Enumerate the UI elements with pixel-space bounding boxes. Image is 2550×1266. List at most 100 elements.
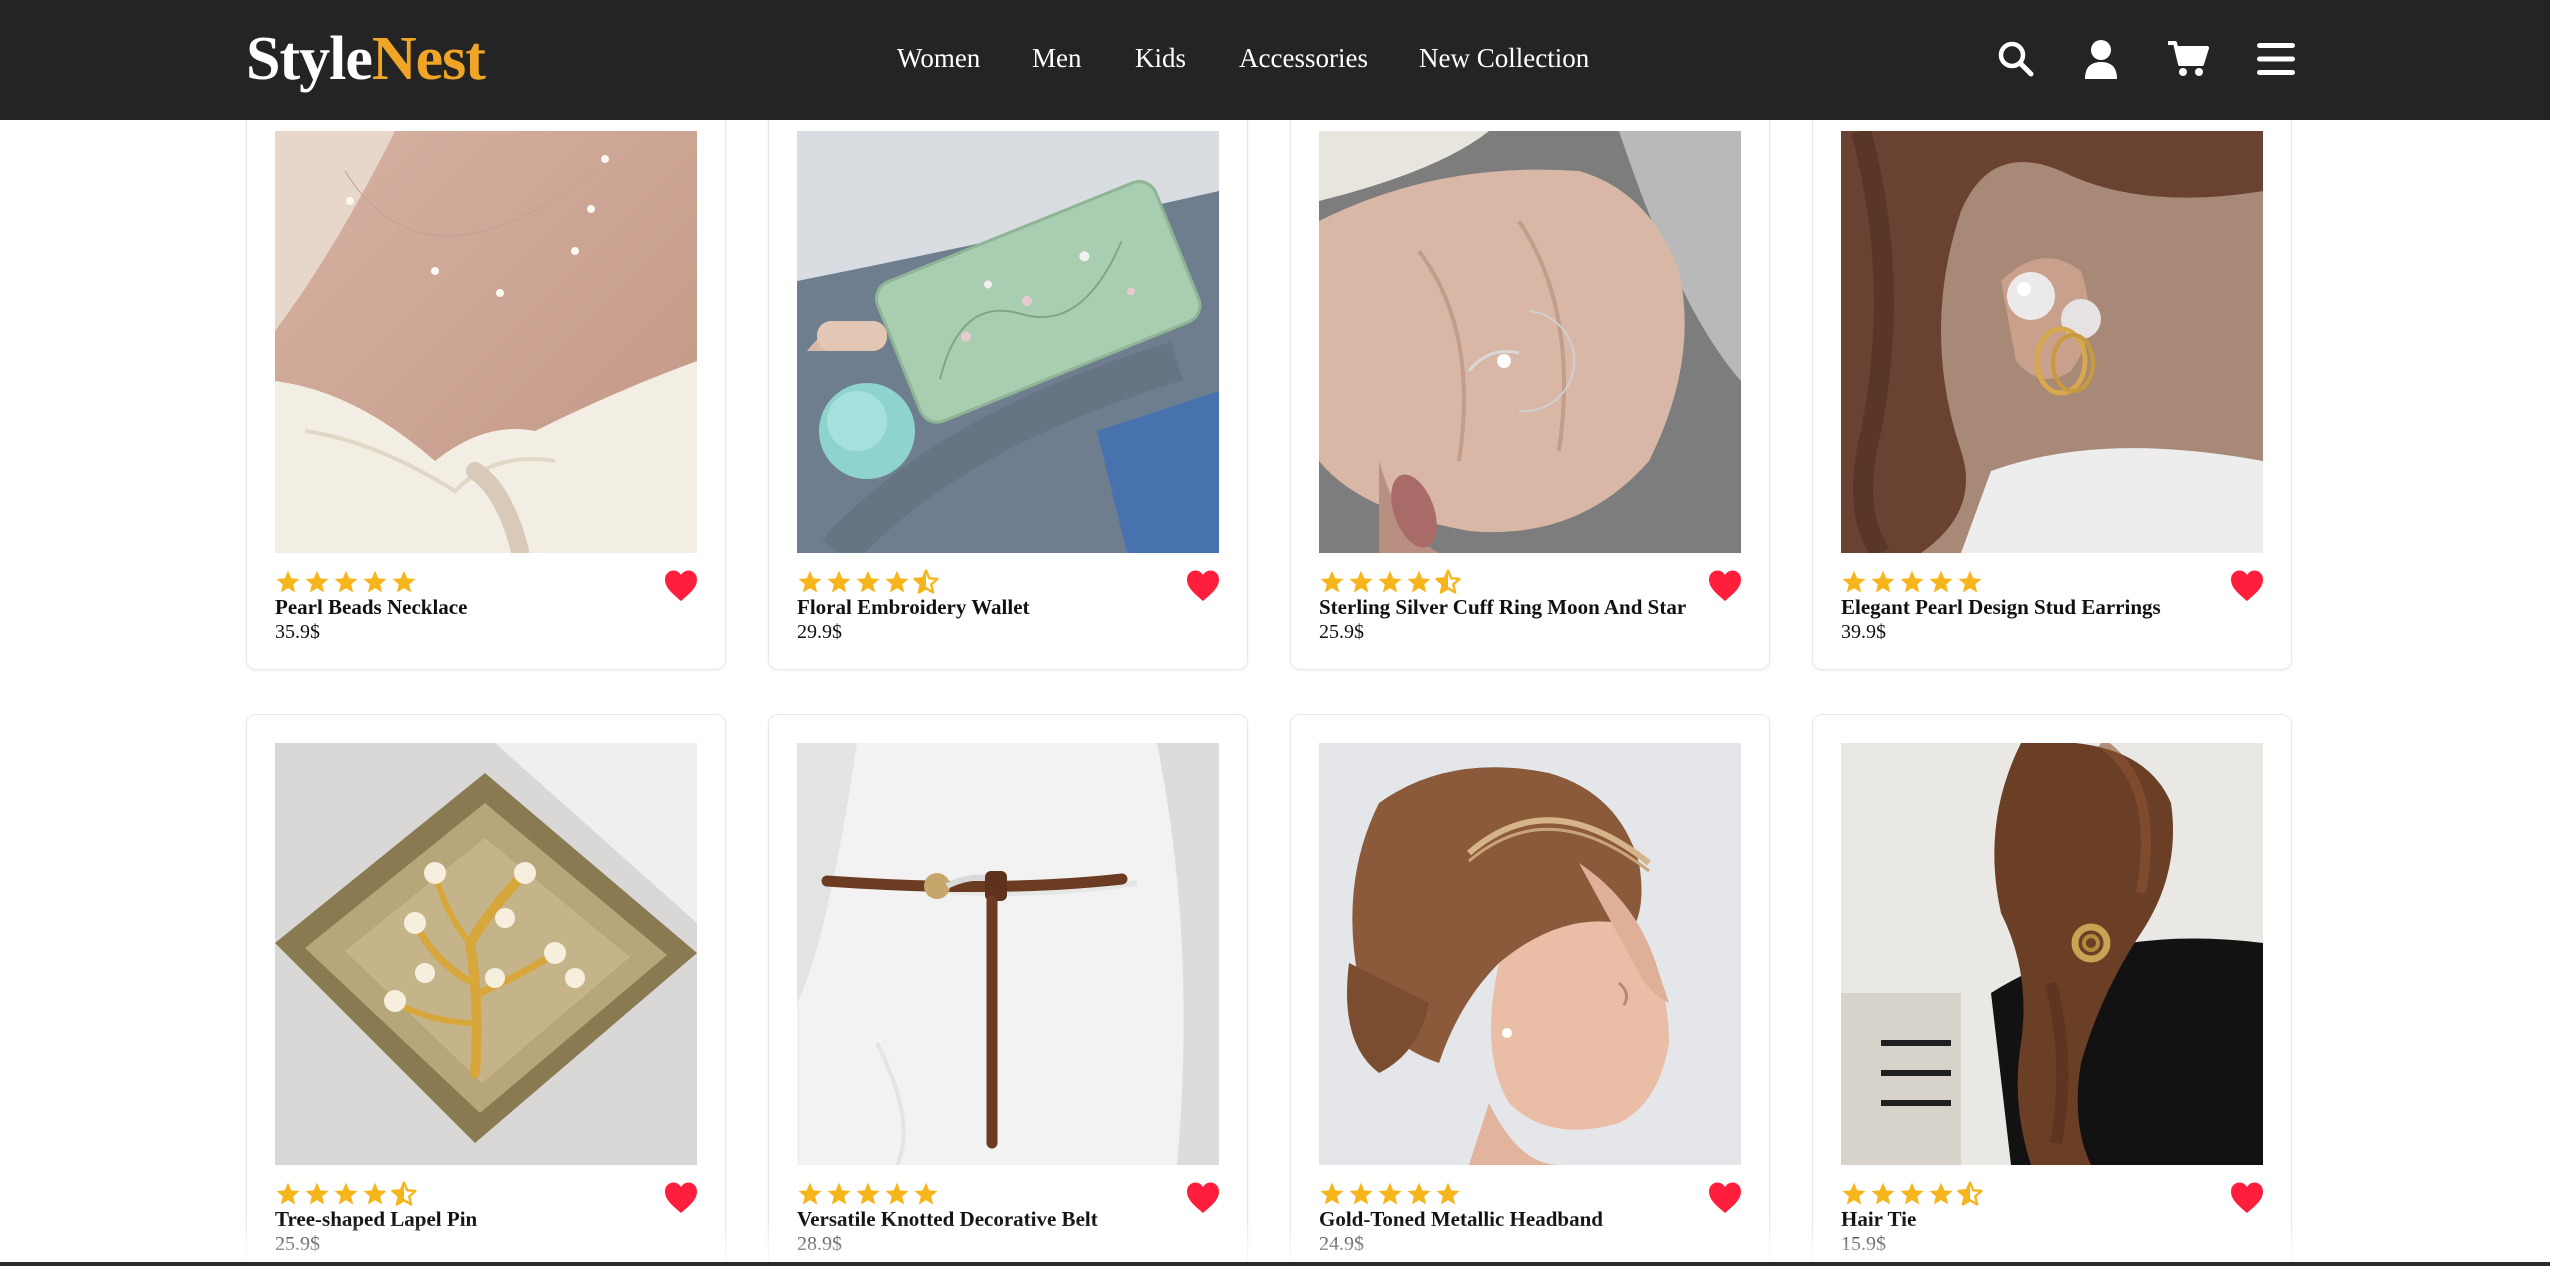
star-half-icon — [913, 569, 939, 594]
star-icon — [1958, 570, 1982, 593]
heart-icon[interactable] — [1185, 569, 1221, 603]
star-icon — [1407, 1182, 1431, 1205]
nav-link-accessories[interactable]: Accessories — [1239, 40, 1368, 76]
brand-logo[interactable]: StyleNest — [246, 22, 486, 96]
star-icon — [914, 1182, 938, 1205]
star-icon — [276, 570, 300, 593]
heart-icon[interactable] — [1185, 1181, 1221, 1215]
product-price: 39.9$ — [1841, 621, 1886, 643]
product-grid: Pearl Beads Necklace 35.9$ Floral Embroi… — [0, 0, 2550, 1266]
rating-stars — [1841, 1181, 1983, 1207]
rating-stars — [275, 569, 417, 595]
star-icon — [827, 1182, 851, 1205]
star-icon — [1842, 570, 1866, 593]
star-icon — [798, 570, 822, 593]
rating-stars — [797, 569, 939, 595]
star-icon — [276, 1182, 300, 1205]
heart-icon[interactable] — [2229, 1181, 2265, 1215]
star-icon — [798, 1182, 822, 1205]
star-icon — [1900, 570, 1924, 593]
star-icon — [392, 570, 416, 593]
menu-icon[interactable] — [2253, 36, 2299, 82]
nav-link-women[interactable]: Women — [897, 40, 980, 76]
product-image-lapel-pin[interactable] — [275, 743, 697, 1165]
user-icon[interactable] — [2078, 36, 2124, 82]
product-name[interactable]: Pearl Beads Necklace — [275, 593, 467, 621]
rating-stars — [1319, 1181, 1461, 1207]
star-icon — [1378, 1182, 1402, 1205]
rating-stars — [275, 1181, 417, 1207]
heart-icon[interactable] — [1707, 569, 1743, 603]
star-icon — [334, 1182, 358, 1205]
product-image-moon-star-ring[interactable] — [1319, 131, 1741, 553]
star-icon — [1349, 1182, 1373, 1205]
product-price: 29.9$ — [797, 621, 842, 643]
star-icon — [1436, 1182, 1460, 1205]
product-card[interactable]: Tree-shaped Lapel Pin 25.9$ — [246, 714, 726, 1266]
brand-name-part1: Style — [246, 25, 373, 93]
star-icon — [856, 1182, 880, 1205]
star-icon — [1900, 1182, 1924, 1205]
star-icon — [1871, 570, 1895, 593]
heart-icon[interactable] — [1707, 1181, 1743, 1215]
product-image-knotted-belt[interactable] — [797, 743, 1219, 1165]
rating-stars — [1319, 569, 1461, 595]
product-name[interactable]: Hair Tie — [1841, 1205, 1916, 1233]
star-icon — [305, 1182, 329, 1205]
cart-icon[interactable] — [2165, 36, 2211, 82]
product-card[interactable]: Elegant Pearl Design Stud Earrings 39.9$ — [1812, 102, 2292, 670]
star-icon — [305, 570, 329, 593]
navbar: StyleNest Women Men Kids Accessories New… — [0, 0, 2550, 120]
product-image-hair-tie[interactable] — [1841, 743, 2263, 1165]
nav-link-men[interactable]: Men — [1032, 40, 1082, 76]
star-icon — [885, 1182, 909, 1205]
product-image-floral-wallet[interactable] — [797, 131, 1219, 553]
heart-icon[interactable] — [663, 1181, 699, 1215]
star-icon — [1871, 1182, 1895, 1205]
product-name[interactable]: Elegant Pearl Design Stud Earrings — [1841, 593, 2161, 621]
product-price: 35.9$ — [275, 621, 320, 643]
product-card[interactable]: Versatile Knotted Decorative Belt 28.9$ — [768, 714, 1248, 1266]
star-icon — [827, 570, 851, 593]
star-icon — [1407, 570, 1431, 593]
heart-icon[interactable] — [663, 569, 699, 603]
nav-link-kids[interactable]: Kids — [1135, 40, 1186, 76]
product-card[interactable]: Sterling Silver Cuff Ring Moon And Star … — [1290, 102, 1770, 670]
star-icon — [885, 570, 909, 593]
product-image-pearl-necklace[interactable] — [275, 131, 697, 553]
product-name[interactable]: Tree-shaped Lapel Pin — [275, 1205, 477, 1233]
star-icon — [1842, 1182, 1866, 1205]
rating-stars — [1841, 569, 1983, 595]
product-name[interactable]: Gold-Toned Metallic Headband — [1319, 1205, 1603, 1233]
product-name[interactable]: Floral Embroidery Wallet — [797, 593, 1030, 621]
product-price: 25.9$ — [1319, 621, 1364, 643]
star-icon — [363, 1182, 387, 1205]
product-price: 24.9$ — [1319, 1233, 1364, 1255]
window-bottom-edge — [0, 1262, 2550, 1266]
brand-name-part2: Nest — [371, 25, 486, 93]
product-price: 25.9$ — [275, 1233, 320, 1255]
product-card[interactable]: Gold-Toned Metallic Headband 24.9$ — [1290, 714, 1770, 1266]
star-icon — [1378, 570, 1402, 593]
star-icon — [1320, 570, 1344, 593]
product-image-metallic-headband[interactable] — [1319, 743, 1741, 1165]
product-card[interactable]: Hair Tie 15.9$ — [1812, 714, 2292, 1266]
star-icon — [334, 570, 358, 593]
nav-link-new-collection[interactable]: New Collection — [1419, 40, 1589, 76]
product-name[interactable]: Versatile Knotted Decorative Belt — [797, 1205, 1098, 1233]
star-icon — [363, 570, 387, 593]
rating-stars — [797, 1181, 939, 1207]
product-price: 28.9$ — [797, 1233, 842, 1255]
star-icon — [1929, 1182, 1953, 1205]
heart-icon[interactable] — [2229, 569, 2265, 603]
star-half-icon — [1435, 569, 1461, 594]
search-icon[interactable] — [1993, 36, 2039, 82]
product-price: 15.9$ — [1841, 1233, 1886, 1255]
product-image-pearl-earrings[interactable] — [1841, 131, 2263, 553]
product-card[interactable]: Pearl Beads Necklace 35.9$ — [246, 102, 726, 670]
product-card[interactable]: Floral Embroidery Wallet 29.9$ — [768, 102, 1248, 670]
product-name[interactable]: Sterling Silver Cuff Ring Moon And Star — [1319, 593, 1686, 621]
star-icon — [1349, 570, 1373, 593]
star-half-icon — [1957, 1181, 1983, 1206]
star-icon — [1320, 1182, 1344, 1205]
